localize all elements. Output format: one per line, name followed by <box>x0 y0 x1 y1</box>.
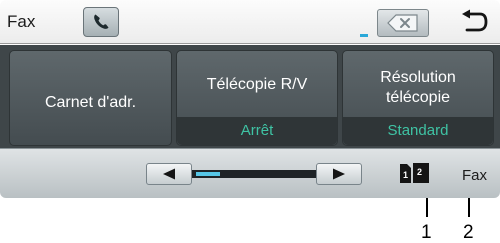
backspace-button[interactable] <box>377 9 429 37</box>
right-arrow-icon <box>333 168 345 180</box>
left-arrow-icon <box>163 168 175 180</box>
fax-resolution-button[interactable]: Résolution télécopie Standard <box>342 50 494 146</box>
callout-number-1: 1 <box>421 222 432 243</box>
options-row: Carnet d'adr. Télécopie R/V Arrêt Résolu… <box>0 45 500 148</box>
scroll-left-button[interactable] <box>146 163 192 185</box>
screen-title: Fax <box>7 12 36 31</box>
fax-tel-value: Arrêt <box>177 117 337 145</box>
fax-resolution-label-line2: télécopie <box>385 89 451 106</box>
phone-handset-icon <box>94 14 109 29</box>
back-button[interactable] <box>456 6 492 38</box>
scroll-thumb[interactable] <box>196 172 220 176</box>
callout-number-2: 2 <box>463 222 474 243</box>
address-book-button[interactable]: Carnet d'adr. <box>9 50 172 146</box>
fax-mode-indicator: Fax <box>462 167 488 184</box>
fax-resolution-label: Résolution télécopie <box>343 68 493 108</box>
scroll-right-button[interactable] <box>316 163 362 185</box>
callout-line-2 <box>468 198 470 217</box>
duplex-icon: 1 2 <box>400 163 429 183</box>
text-cursor <box>360 34 368 37</box>
fax-resolution-value: Standard <box>343 117 493 145</box>
hook-button[interactable] <box>83 7 119 37</box>
fax-resolution-label-line1: Résolution <box>380 69 456 86</box>
duplex-side-1: 1 <box>403 170 408 180</box>
scroll-track[interactable] <box>192 170 316 178</box>
fax-tel-button[interactable]: Télécopie R/V Arrêt <box>176 50 338 146</box>
back-arrow-icon <box>462 9 488 32</box>
duplex-side-2: 2 <box>417 167 422 177</box>
address-book-label: Carnet d'adr. <box>44 94 137 111</box>
fax-tel-label: Télécopie R/V <box>206 76 308 93</box>
callout-line-1 <box>426 198 428 217</box>
header-bar: Fax <box>0 0 500 44</box>
backspace-icon <box>387 14 418 32</box>
